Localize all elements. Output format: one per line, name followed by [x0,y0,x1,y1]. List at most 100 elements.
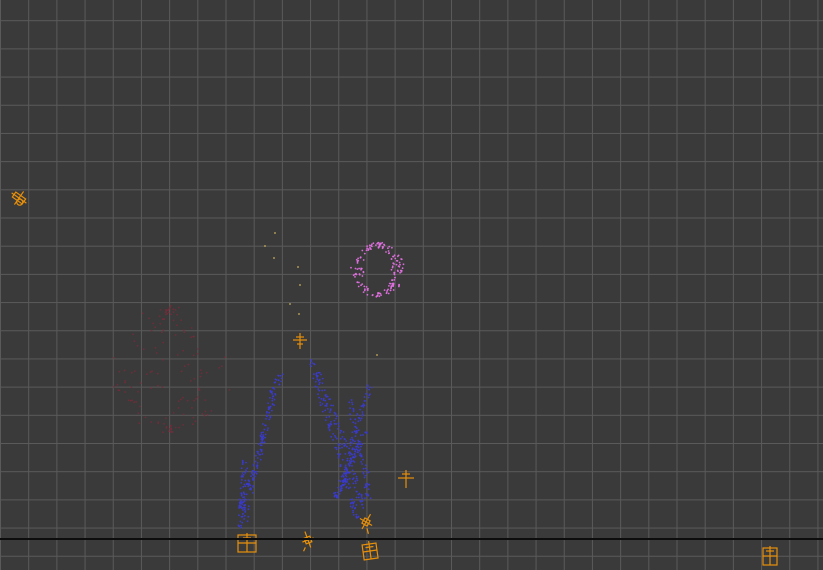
particle [328,429,331,432]
cross-gizmo-right[interactable] [398,470,414,488]
particle [367,396,370,399]
particle [238,525,241,528]
particle [245,461,247,464]
particle [269,389,272,392]
particle [278,383,281,386]
particle [310,365,313,368]
particle [375,295,378,298]
scene-canvas[interactable] [0,0,823,570]
particle [362,434,364,436]
particle [387,250,390,252]
particle [361,500,364,502]
particle [380,242,382,245]
particle [368,394,371,396]
particle [155,352,158,354]
particle [189,380,192,382]
particle [163,422,166,425]
particle [348,464,351,467]
particle [346,481,348,483]
box-emitter-a[interactable] [237,533,257,553]
particle [357,257,359,260]
particle [313,373,315,376]
particle [193,377,196,380]
3d-viewport[interactable] [0,0,823,570]
particle [354,418,357,421]
particle [355,475,358,478]
particle [252,478,254,481]
particle [332,433,334,435]
particle [361,503,364,506]
spark-particles[interactable] [264,232,378,356]
particle [363,486,366,489]
particle [321,410,324,413]
particle [162,359,165,361]
particle [124,391,126,393]
particle [354,450,357,453]
blue-particle-strands[interactable] [237,358,373,529]
particle [244,511,247,513]
particle [355,513,358,516]
particle [313,362,315,365]
particle [351,453,353,456]
particle [371,243,373,246]
particle [316,375,319,377]
emitter-rotated-left[interactable] [7,186,31,209]
particle [354,276,356,278]
particle [362,472,365,475]
particle [267,402,269,405]
particle [351,431,354,434]
cross-gizmo-center[interactable] [293,333,307,349]
particle [174,334,177,336]
particle [132,333,135,336]
particle [245,483,248,486]
particle [346,469,348,471]
particle [199,369,202,371]
particle [342,475,345,478]
particle [356,413,359,415]
particle [356,449,359,452]
particle [241,479,243,481]
particle [363,252,366,255]
particle [318,389,321,392]
particle [362,507,365,509]
particle [351,442,354,445]
particle [318,396,320,399]
particle [130,386,133,389]
particle [377,246,380,249]
arrow-emitter-b[interactable] [355,511,377,534]
particle [319,401,322,404]
particle [274,393,277,395]
particle [344,478,347,481]
particle [172,412,175,414]
particle [170,427,173,429]
particle [124,381,126,384]
particle [312,377,315,380]
particle [383,244,386,247]
box-emitter-b[interactable] [361,540,379,561]
particle [355,490,358,493]
particle [353,501,356,503]
particle [352,509,354,512]
particle [204,410,207,413]
particle [191,423,194,425]
particle [203,414,206,417]
particle [351,469,354,472]
particle [156,372,159,375]
particle [251,471,253,474]
particle [195,397,198,400]
arrow-emitter-a[interactable] [297,529,316,552]
particle [182,396,184,399]
particle [367,488,370,491]
particle [316,378,319,380]
particle [337,428,339,430]
particle [150,421,153,423]
particle [359,500,361,502]
box-emitter-c[interactable] [762,546,778,566]
particle [178,426,181,429]
particle [267,427,269,429]
particle [159,309,162,311]
particle [247,515,250,518]
particle [268,411,271,414]
dim-particle-sphere[interactable] [113,304,231,434]
pink-particle-sphere[interactable] [350,241,405,298]
